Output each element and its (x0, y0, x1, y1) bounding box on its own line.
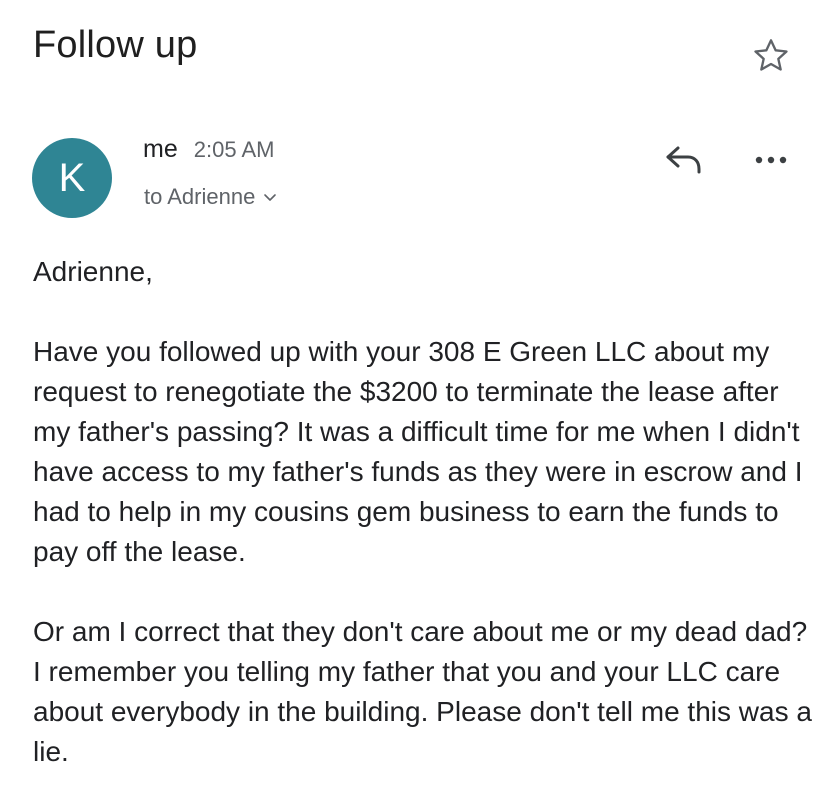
body-paragraph: Or am I correct that they don't care abo… (33, 616, 812, 767)
sender-name: me (143, 135, 178, 163)
email-body: Adrienne, Have you followed up with your… (33, 252, 813, 772)
recipient-details-toggle[interactable]: to Adrienne (144, 182, 277, 212)
chevron-down-icon (264, 194, 277, 201)
reply-icon[interactable] (664, 144, 704, 176)
body-paragraph: Have you followed up with your 308 E Gre… (33, 336, 803, 567)
more-options-icon[interactable] (752, 148, 790, 172)
body-greeting: Adrienne, (33, 256, 153, 287)
recipient-label: to Adrienne (144, 184, 256, 209)
sent-time: 2:05 AM (193, 137, 275, 162)
avatar[interactable]: K (32, 138, 112, 218)
email-subject: Follow up (33, 24, 198, 66)
star-icon[interactable] (750, 36, 792, 76)
sender-row: me 2:05 AM (143, 135, 274, 167)
